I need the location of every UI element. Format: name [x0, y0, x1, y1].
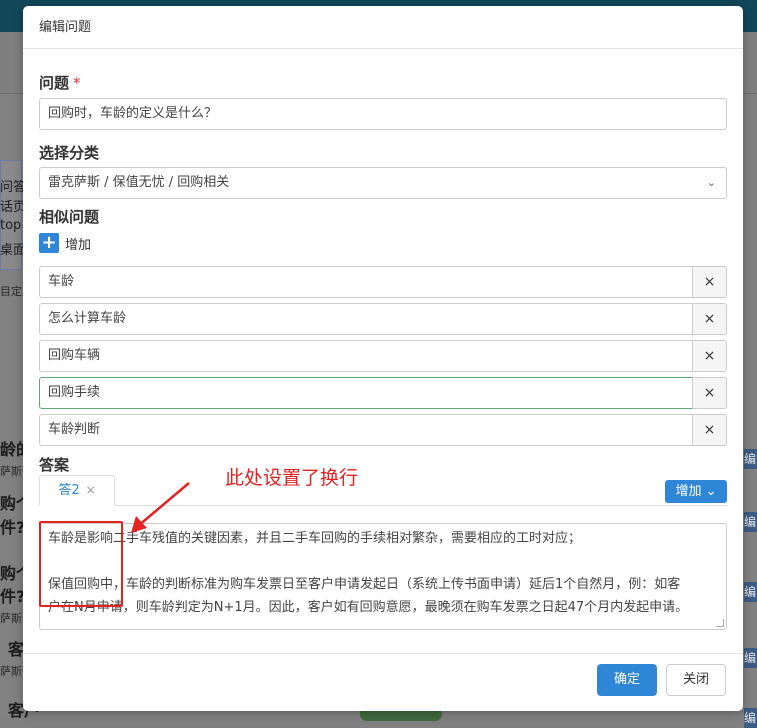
background-edit-button: 编辑: [744, 582, 757, 602]
similar-row: 回购车辆 ×: [39, 340, 727, 372]
resize-grip-icon[interactable]: [716, 619, 724, 627]
similar-input[interactable]: 回购手续: [39, 377, 693, 409]
similar-input[interactable]: 怎么计算车龄: [39, 303, 693, 335]
add-similar-row: + 增加: [39, 233, 91, 253]
background-text: 件?: [0, 518, 26, 537]
delete-similar-button[interactable]: ×: [692, 266, 727, 298]
answer-blank-line: [48, 550, 718, 573]
required-mark: *: [73, 74, 81, 92]
question-label: 问题 *: [39, 72, 81, 93]
answer-tab-strip: 答2 × 增加 ⌄: [39, 469, 727, 506]
category-label: 选择分类: [39, 144, 100, 162]
similar-label: 相似问题: [39, 208, 100, 226]
similar-input[interactable]: 车龄: [39, 266, 693, 298]
answer-line: 车龄是影响二手车残值的关键因素，并且二手车回购的手续相对繁杂，需要相应的工时对应…: [48, 531, 582, 546]
background-edit-button: 编辑: [744, 512, 757, 532]
delete-similar-button[interactable]: ×: [692, 340, 727, 372]
close-icon[interactable]: ×: [86, 483, 96, 497]
category-select[interactable]: 雷克萨斯 / 保值无忧 / 回购相关 ⌄: [39, 167, 727, 199]
similar-row: 回购手续 ×: [39, 377, 727, 409]
delete-similar-button[interactable]: ×: [692, 414, 727, 446]
chevron-down-icon: ⌄: [706, 176, 716, 189]
plus-icon[interactable]: +: [39, 233, 59, 253]
similar-input[interactable]: 回购车辆: [39, 340, 693, 372]
category-value: 雷克萨斯 / 保值无忧 / 回购相关: [48, 175, 230, 190]
annotation-text: 此处设置了换行: [225, 467, 359, 489]
chevron-down-icon: ⌄: [705, 484, 717, 499]
answer-line: 保值回购中，车龄的判断标准为购车发票日至客户申请发起日（系统上传书面申请）延后1…: [48, 577, 681, 592]
background-edit-button: 编辑: [744, 648, 757, 668]
tab-label: 答2: [58, 483, 80, 498]
annotation-rectangle: [39, 521, 123, 607]
background-text: 客: [8, 640, 25, 659]
background-text: 件?: [0, 587, 26, 606]
question-label-text: 问题: [39, 74, 70, 92]
similar-row: 车龄 ×: [39, 266, 727, 298]
edit-question-modal: 编辑问题 问题 * 回购时，车龄的定义是什么？ 选择分类 雷克萨斯 / 保值无忧 …: [23, 6, 743, 711]
background-edit-button: 编辑: [744, 449, 757, 469]
delete-similar-button[interactable]: ×: [692, 377, 727, 409]
background-text: top: [0, 218, 22, 233]
question-input[interactable]: 回购时，车龄的定义是什么？: [39, 98, 727, 130]
similar-input[interactable]: 车龄判断: [39, 414, 693, 446]
confirm-button[interactable]: 确定: [597, 664, 657, 696]
add-answer-label: 增加: [675, 484, 702, 499]
add-similar-button[interactable]: 增加: [65, 234, 91, 253]
tab-answer-2[interactable]: 答2 ×: [39, 475, 115, 506]
similar-row: 怎么计算车龄 ×: [39, 303, 727, 335]
background-edit-button: 编辑: [744, 708, 757, 728]
add-answer-button[interactable]: 增加 ⌄: [665, 480, 727, 503]
delete-similar-button[interactable]: ×: [692, 303, 727, 335]
modal-title: 编辑问题: [23, 6, 743, 49]
modal-body: 问题 * 回购时，车龄的定义是什么？ 选择分类 雷克萨斯 / 保值无忧 / 回购相…: [23, 49, 743, 652]
answer-line: 户在N月申请，则车龄判定为N+1月。因此，客户如有回购意愿，最晚须在购车发票之日…: [48, 600, 689, 615]
close-button[interactable]: 关闭: [666, 664, 726, 696]
similar-row: 车龄判断 ×: [39, 414, 727, 446]
answer-textarea[interactable]: 车龄是影响二手车残值的关键因素，并且二手车回购的手续相对繁杂，需要相应的工时对应…: [39, 523, 727, 630]
